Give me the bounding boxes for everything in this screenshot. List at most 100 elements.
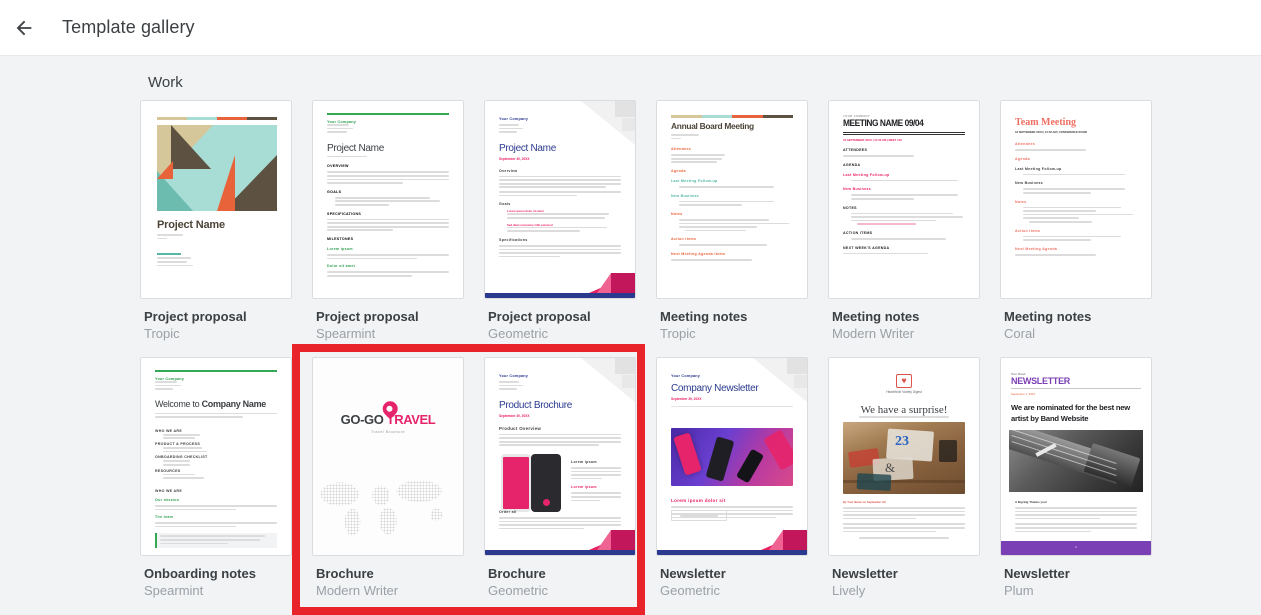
template-cell: Your Company Project Name OVERVIEW GOALS — [312, 100, 464, 343]
thumb-section: MILESTONES — [327, 237, 449, 241]
thumb-heading: Company Newsletter — [671, 383, 793, 394]
template-cell: Your Company Project Name September 30, … — [484, 100, 636, 343]
template-cell: Your Company Product Brochure September … — [484, 357, 636, 600]
template-meta: Brochure Modern Writer — [312, 556, 464, 600]
template-card-brochure-modern-writer[interactable]: GO-GO TRAVEL Travel Brochure — [312, 357, 464, 556]
thumb-section: Action Items — [671, 237, 793, 241]
thumbnail-preview: Project Name — [141, 101, 291, 298]
thumb-section: Agenda — [671, 169, 793, 173]
thumb-company: Your Company — [327, 120, 449, 124]
thumb-section: Overview — [499, 169, 621, 173]
template-subtitle: Tropic — [660, 325, 804, 343]
thumb-date: September 30, 20XX — [499, 414, 621, 418]
decor-world-map — [317, 469, 459, 543]
template-card-onboarding-notes-spearmint[interactable]: Your Company Welcome to Company Name WHO… — [140, 357, 292, 556]
thumb-body: By Your Name on September XX — [843, 500, 965, 534]
template-card-project-proposal-geometric[interactable]: Your Company Project Name September 30, … — [484, 100, 636, 299]
template-meta: Meeting notes Modern Writer — [828, 299, 980, 343]
thumb-signoff — [157, 253, 197, 268]
thumb-section: Agenda — [1015, 157, 1137, 161]
thumb-heading: Annual Board Meeting — [671, 121, 793, 131]
thumbnail-preview: Team Meeting 04 SEPTEMBER 20XX | 10:30 A… — [1001, 101, 1151, 298]
thumb-button — [671, 510, 727, 521]
template-meta: Project proposal Tropic — [140, 299, 292, 343]
template-subtitle: Coral — [1004, 325, 1148, 343]
thumb-meta: 04 SEPTEMBER 20XX | 10:30 AM | CONFERENC… — [1015, 131, 1137, 134]
template-card-newsletter-geometric[interactable]: Your Company Company Newsletter Septembe… — [656, 357, 808, 556]
thumb-heading: MEETING NAME 09/04 — [843, 118, 950, 129]
thumb-section: Action Items — [1015, 229, 1137, 233]
template-cell: Your Band NEWSLETTER September 1, 20XX W… — [1000, 357, 1152, 600]
thumb-company: Heartthrob Variety Digest — [829, 390, 979, 394]
thumb-date: September 30, 20XX — [499, 157, 621, 161]
template-title: Project proposal — [144, 309, 288, 325]
template-meta: Meeting notes Coral — [1000, 299, 1152, 343]
thumb-section: ATTENDEES — [843, 148, 965, 152]
template-subtitle: Lively — [832, 582, 976, 600]
thumb-section: Product Overview — [499, 426, 621, 431]
thumb-subsection: Last Meeting Follow-up — [671, 179, 793, 183]
thumb-company: Your Company — [499, 374, 621, 378]
thumb-subsection: Last Meeting Follow-up — [843, 173, 965, 177]
arrow-left-icon — [13, 17, 35, 39]
template-cell: Annual Board Meeting Attendees Agenda La… — [656, 100, 808, 343]
template-cell: GO-GO TRAVEL Travel Brochure Brochure Mo… — [312, 357, 464, 600]
template-meta: Newsletter Plum — [1000, 556, 1152, 600]
decor-hero-image — [671, 428, 793, 486]
template-title: Meeting notes — [832, 309, 976, 325]
thumbnail-preview: YOUR COMPANY MEETING NAME 09/04 04 SEPTE… — [829, 101, 979, 298]
template-subtitle: Spearmint — [316, 325, 460, 343]
template-title: Brochure — [316, 566, 460, 582]
template-card-newsletter-lively[interactable]: Heartthrob Variety Digest We have a surp… — [828, 357, 980, 556]
template-card-meeting-notes-coral[interactable]: Team Meeting 04 SEPTEMBER 20XX | 10:30 A… — [1000, 100, 1152, 299]
template-card-meeting-notes-modern-writer[interactable]: YOUR COMPANY MEETING NAME 09/04 04 SEPTE… — [828, 100, 980, 299]
thumbnail-preview: Your Company Welcome to Company Name WHO… — [141, 358, 291, 555]
thumb-section: Notes — [1015, 200, 1137, 204]
thumb-toc-item: PRODUCT & PROCESS — [155, 442, 277, 446]
template-subtitle: Geometric — [488, 582, 632, 600]
thumbnail-preview: Heartthrob Variety Digest We have a surp… — [829, 358, 979, 555]
template-subtitle: Tropic — [144, 325, 288, 343]
thumb-meta — [157, 234, 183, 241]
template-subtitle: Geometric — [660, 582, 804, 600]
thumb-logo: GO-GO TRAVEL — [313, 412, 463, 427]
thumb-side-column: Lorem ipsum Lorem ipsum — [571, 454, 621, 503]
template-grid-row-1: Project Name Project proposal Tropic — [140, 100, 1261, 343]
thumb-subsection: Last Meeting Follow-up — [1015, 167, 1137, 171]
thumb-subsection: Lorem ipsum — [571, 485, 621, 489]
template-subtitle: Modern Writer — [832, 325, 976, 343]
template-cell: Team Meeting 04 SEPTEMBER 20XX | 10:30 A… — [1000, 100, 1152, 343]
template-card-newsletter-plum[interactable]: Your Band NEWSLETTER September 1, 20XX W… — [1000, 357, 1152, 556]
decor-bottom-shapes — [657, 529, 807, 555]
thumb-subsection: A Big Big Thanks you! — [1015, 500, 1137, 504]
thumb-page-number: 1 — [1001, 545, 1151, 549]
template-card-project-proposal-spearmint[interactable]: Your Company Project Name OVERVIEW GOALS — [312, 100, 464, 299]
template-title: Onboarding notes — [144, 566, 288, 582]
template-title: Newsletter — [660, 566, 804, 582]
thumb-section: NOTES — [843, 206, 965, 210]
template-card-project-proposal-tropic[interactable]: Project Name — [140, 100, 292, 299]
decor-color-rule — [671, 115, 793, 118]
decor-color-rule — [157, 117, 277, 120]
decor-rule — [843, 132, 965, 133]
template-meta: Newsletter Lively — [828, 556, 980, 600]
template-meta: Meeting notes Tropic — [656, 299, 808, 343]
thumb-date: September 30, 20XX — [671, 397, 793, 401]
thumb-date: September 1, 20XX — [1011, 392, 1141, 396]
thumb-section: Goals — [499, 202, 621, 206]
thumb-section: Specifications — [499, 238, 621, 242]
thumb-subsection: New Business — [843, 187, 965, 191]
decor-bottom-shapes — [485, 272, 635, 298]
template-card-brochure-geometric[interactable]: Your Company Product Brochure September … — [484, 357, 636, 556]
template-title: Meeting notes — [1004, 309, 1148, 325]
template-card-meeting-notes-tropic[interactable]: Annual Board Meeting Attendees Agenda La… — [656, 100, 808, 299]
thumb-subsection: The team — [155, 515, 277, 519]
template-cell: Your Company Company Newsletter Septembe… — [656, 357, 808, 600]
decor-photo — [1009, 430, 1143, 492]
thumb-subsection: Lorem ipsum dolor sit — [671, 498, 793, 503]
thumb-subsection: Lorem ipsum — [571, 460, 621, 464]
thumb-section: AGENDA — [843, 163, 965, 167]
template-title: Brochure — [488, 566, 632, 582]
back-button[interactable] — [4, 8, 44, 48]
thumb-subsection: Lorem ipsum — [327, 247, 449, 251]
